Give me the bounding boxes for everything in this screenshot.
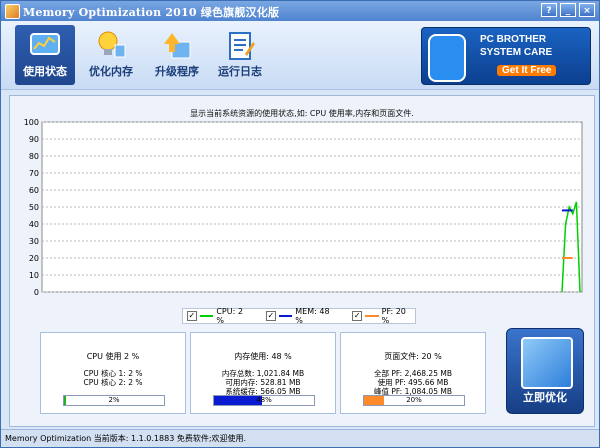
y-tick-label: 30 <box>29 237 39 246</box>
legend-mem-label: MEM: 48 % <box>295 307 330 325</box>
y-tick-label: 50 <box>29 203 39 212</box>
legend-pf[interactable]: ✓ PF: 20 % <box>352 307 415 325</box>
optimize-icon <box>521 337 573 389</box>
mem-checkbox[interactable]: ✓ <box>265 311 276 321</box>
legend-cpu-label: CPU: 2 % <box>216 307 243 325</box>
legend-cpu[interactable]: ✓ CPU: 2 % <box>187 307 252 325</box>
memory-panel: 内存使用: 48 % 内存总数: 1,021.84 MB 可用内存: 528.8… <box>190 332 336 414</box>
cpu-panel-lines: CPU 核心 1: 2 % CPU 核心 2: 2 % <box>41 369 185 387</box>
y-tick-label: 100 <box>24 118 39 127</box>
pagefile-progress-text: 20% <box>406 396 422 404</box>
close-button[interactable]: × <box>579 3 595 17</box>
cpu-panel: CPU 使用 2 % CPU 核心 1: 2 % CPU 核心 2: 2 % 2… <box>40 332 186 414</box>
usage-status-panel: 显示当前系统资源的使用状态,如: CPU 使用率,内存和页面文件. 0 10 20 3… <box>9 95 595 427</box>
pagefile-used: 使用 PF: 495.66 MB <box>377 378 449 387</box>
y-tick-label: 20 <box>29 254 39 263</box>
chart-legend: ✓ CPU: 2 % ✓ MEM: 48 % ✓ PF: 20 % <box>182 307 416 325</box>
toolbar: 使用状态 优化内存 升级程序 运行日志 PC BROTHER SYSTEM CA… <box>1 21 599 90</box>
ad-line1: PC BROTHER <box>480 34 547 45</box>
memory-total: 内存总数: 1,021.84 MB <box>221 369 305 378</box>
y-tick-label: 0 <box>34 288 39 297</box>
tab-usage-status[interactable]: 使用状态 <box>15 25 75 85</box>
pagefile-panel-lines: 全部 PF: 2,468.25 MB 使用 PF: 495.66 MB 峰值 P… <box>341 369 485 396</box>
cpu-core2: CPU 核心 2: 2 % <box>83 378 143 387</box>
memory-panel-title: 内存使用: 48 % <box>234 352 292 361</box>
legend-mem[interactable]: ✓ MEM: 48 % <box>265 307 338 325</box>
ad-line2: SYSTEM CARE <box>480 47 553 58</box>
tab-label: 升级程序 <box>155 65 199 78</box>
pagefile-progress-bar: 20% <box>363 395 465 406</box>
memory-progress-text: 48% <box>256 396 272 404</box>
pagefile-panel-title: 页面文件: 20 % <box>384 352 442 361</box>
tab-optimize-memory[interactable]: 优化内存 <box>81 25 141 85</box>
usage-chart: 0 10 20 30 40 50 60 70 80 90 100 <box>24 118 583 297</box>
legend-pf-label: PF: 20 % <box>381 307 406 325</box>
y-tick-label: 40 <box>29 220 39 229</box>
window-controls: ? _ × <box>541 3 595 17</box>
minimize-button[interactable]: _ <box>560 3 576 17</box>
window-title: Memory Optimization 2010 绿色旗舰汉化版 <box>23 6 280 19</box>
tab-run-log[interactable]: 运行日志 <box>207 25 273 85</box>
tab-label: 优化内存 <box>89 65 133 78</box>
log-notepad-icon <box>229 32 255 60</box>
pagefile-total: 全部 PF: 2,468.25 MB <box>374 369 452 378</box>
pf-line-sample <box>365 315 379 317</box>
tab-upgrade-program[interactable]: 升级程序 <box>147 25 207 85</box>
optimize-now-button[interactable]: 立即优化 <box>506 328 584 414</box>
title-bar: Memory Optimization 2010 绿色旗舰汉化版 ? _ × <box>1 1 599 21</box>
memory-panel-lines: 内存总数: 1,021.84 MB 可用内存: 528.81 MB 系统缓存: … <box>191 369 335 396</box>
help-button[interactable]: ? <box>541 3 557 17</box>
cpu-progress-bar: 2% <box>63 395 165 406</box>
mem-line-sample <box>278 315 293 317</box>
cpu-core1: CPU 核心 1: 2 % <box>83 369 143 378</box>
ad-banner[interactable]: PC BROTHER SYSTEM CARE Get It Free <box>421 27 591 85</box>
mascot-icon <box>428 34 466 82</box>
memory-available: 可用内存: 528.81 MB <box>225 378 301 387</box>
cpu-line-sample <box>199 315 214 317</box>
app-icon <box>5 4 20 19</box>
lightbulb-icon <box>98 31 126 58</box>
tab-label: 运行日志 <box>218 65 262 78</box>
memory-progress-bar: 48% <box>213 395 315 406</box>
y-tick-label: 90 <box>29 135 39 144</box>
ad-cta: Get It Free <box>497 65 557 76</box>
y-tick-label: 70 <box>29 169 39 178</box>
tab-label: 使用状态 <box>23 65 67 78</box>
cpu-panel-title: CPU 使用 2 % <box>86 352 140 361</box>
y-tick-label: 80 <box>29 152 39 161</box>
usage-monitor-icon <box>30 33 60 55</box>
cpu-checkbox[interactable]: ✓ <box>187 311 197 321</box>
status-bar: Memory Optimization 当前版本: 1.1.0.1883 免费软… <box>1 429 599 447</box>
cpu-progress-text: 2% <box>108 396 120 404</box>
pf-checkbox[interactable]: ✓ <box>352 311 363 321</box>
y-tick-label: 60 <box>29 186 39 195</box>
y-tick-label: 10 <box>29 271 39 280</box>
upgrade-icon <box>164 33 191 59</box>
optimize-label: 立即优化 <box>523 391 567 404</box>
app-window: Memory Optimization 2010 绿色旗舰汉化版 ? _ × 使… <box>0 0 600 448</box>
pagefile-panel: 页面文件: 20 % 全部 PF: 2,468.25 MB 使用 PF: 495… <box>340 332 486 414</box>
